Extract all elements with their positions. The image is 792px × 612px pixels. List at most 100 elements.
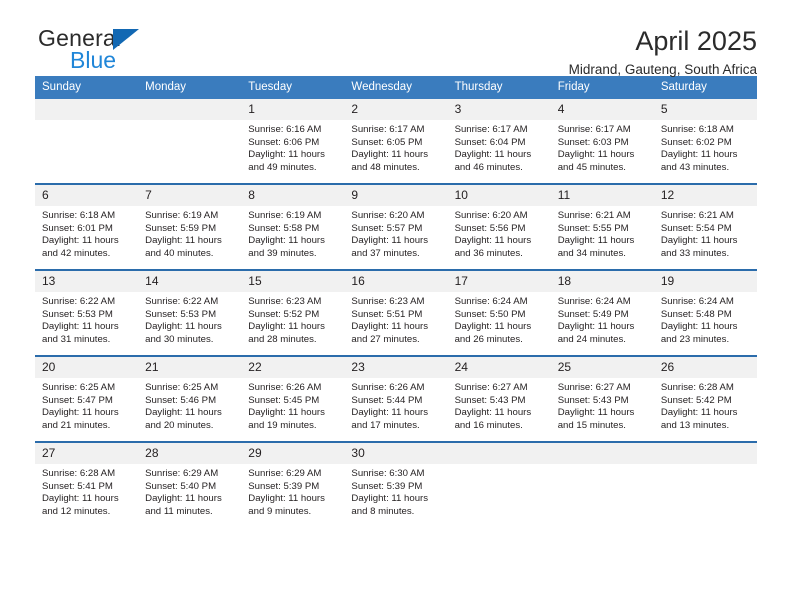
day-details: Sunrise: 6:25 AM Sunset: 5:47 PM Daylight:… (35, 378, 138, 432)
daylight-text-line2: and 20 minutes. (145, 419, 214, 431)
calendar-day-cell[interactable]: 3 Sunrise: 6:17 AM Sunset: 6:04 PM Daylight… (447, 99, 551, 184)
daylight-text-line1: Daylight: 11 hours (557, 407, 635, 419)
calendar-day-cell[interactable]: 23 Sunrise: 6:26 AM Sunset: 5:44 PM Dayligh… (344, 355, 448, 442)
weekday-header-saturday: Saturday (653, 76, 757, 99)
day-details: Sunrise: 6:24 AM Sunset: 5:48 PM Daylight:… (654, 292, 757, 346)
calendar-day-cell[interactable]: 22 Sunrise: 6:26 AM Sunset: 5:45 PM Dayligh… (241, 355, 345, 442)
sunset-text: Sunset: 5:52 PM (248, 308, 320, 320)
daylight-text-line2: and 17 minutes. (351, 419, 420, 431)
sunrise-text: Sunrise: 6:19 AM (248, 210, 322, 221)
sunrise-text: Sunrise: 6:17 AM (351, 124, 425, 135)
calendar-day-cell[interactable]: 17 Sunrise: 6:24 AM Sunset: 5:50 PM Dayligh… (447, 269, 551, 356)
calendar-day-cell[interactable]: 4 Sunrise: 6:17 AM Sunset: 6:03 PM Daylight… (550, 99, 654, 184)
sunset-text: Sunset: 6:02 PM (660, 136, 732, 148)
calendar-day-cell[interactable]: 8 Sunrise: 6:19 AM Sunset: 5:58 PM Daylight… (241, 183, 345, 270)
daylight-text-line1: Daylight: 11 hours (351, 407, 429, 419)
day-details: Sunrise: 6:24 AM Sunset: 5:49 PM Daylight:… (551, 292, 654, 346)
day-number (35, 99, 139, 120)
calendar-day-cell[interactable]: 25 Sunrise: 6:27 AM Sunset: 5:43 PM Dayligh… (550, 355, 654, 442)
calendar-day-cell[interactable]: 27 Sunrise: 6:28 AM Sunset: 5:41 PM Dayligh… (35, 441, 139, 527)
daylight-text-line1: Daylight: 11 hours (145, 407, 222, 419)
calendar-day-cell[interactable]: 13 Sunrise: 6:22 AM Sunset: 5:53 PM Dayligh… (35, 269, 139, 356)
calendar-day-cell[interactable]: 28 Sunrise: 6:29 AM Sunset: 5:40 PM Dayligh… (138, 441, 242, 527)
sunset-text: Sunset: 5:57 PM (351, 222, 423, 234)
calendar-day-cell[interactable]: 5 Sunrise: 6:18 AM Sunset: 6:02 PM Daylight… (653, 99, 757, 184)
logo-text-blue: Blue (70, 47, 117, 73)
sunrise-text: Sunrise: 6:23 AM (351, 296, 425, 307)
day-details: Sunrise: 6:25 AM Sunset: 5:46 PM Daylight:… (138, 378, 241, 432)
sunrise-text: Sunrise: 6:21 AM (557, 210, 631, 221)
daylight-text-line2: and 42 minutes. (42, 247, 111, 259)
sunrise-text: Sunrise: 6:24 AM (557, 296, 631, 307)
day-number: 25 (550, 357, 654, 378)
daylight-text-line1: Daylight: 11 hours (660, 407, 738, 419)
calendar-day-cell[interactable]: 20 Sunrise: 6:25 AM Sunset: 5:47 PM Dayligh… (35, 355, 139, 442)
sunrise-text: Sunrise: 6:30 AM (351, 468, 425, 479)
calendar-day-cell[interactable]: 29 Sunrise: 6:29 AM Sunset: 5:39 PM Dayligh… (241, 441, 345, 527)
sunset-text: Sunset: 5:47 PM (42, 394, 113, 406)
day-details: Sunrise: 6:20 AM Sunset: 5:57 PM Daylight:… (344, 206, 447, 260)
daylight-text-line1: Daylight: 11 hours (454, 149, 532, 161)
daylight-text-line2: and 19 minutes. (248, 419, 317, 431)
calendar-day-cell[interactable]: 2 Sunrise: 6:17 AM Sunset: 6:05 PM Daylight… (344, 99, 448, 184)
calendar-day-cell[interactable]: 26 Sunrise: 6:28 AM Sunset: 5:42 PM Dayligh… (653, 355, 757, 442)
calendar-day-cell[interactable]: 1 Sunrise: 6:16 AM Sunset: 6:06 PM Daylight… (241, 99, 345, 184)
calendar-day-cell[interactable]: 11 Sunrise: 6:21 AM Sunset: 5:55 PM Dayligh… (550, 183, 654, 270)
daylight-text-line1: Daylight: 11 hours (557, 235, 635, 247)
sunset-text: Sunset: 5:43 PM (454, 394, 526, 406)
weekday-header-tuesday: Tuesday (241, 76, 345, 99)
daylight-text-line2: and 46 minutes. (454, 161, 523, 173)
calendar-day-cell[interactable]: 14 Sunrise: 6:22 AM Sunset: 5:53 PM Dayligh… (138, 269, 242, 356)
day-details: Sunrise: 6:24 AM Sunset: 5:50 PM Daylight:… (448, 292, 551, 346)
sunrise-text: Sunrise: 6:16 AM (248, 124, 322, 135)
day-number (447, 443, 551, 464)
calendar-day-cell[interactable]: 16 Sunrise: 6:23 AM Sunset: 5:51 PM Dayligh… (344, 269, 448, 356)
daylight-text-line2: and 33 minutes. (660, 247, 730, 259)
day-number (138, 99, 242, 120)
daylight-text-line2: and 15 minutes. (557, 419, 626, 431)
daylight-text-line2: and 49 minutes. (248, 161, 317, 173)
sunset-text: Sunset: 5:56 PM (454, 222, 526, 234)
sunrise-text: Sunrise: 6:18 AM (660, 124, 734, 135)
day-details: Sunrise: 6:29 AM Sunset: 5:40 PM Daylight:… (138, 464, 241, 518)
day-number: 24 (447, 357, 551, 378)
day-number: 30 (344, 443, 448, 464)
calendar-day-cell[interactable]: 30 Sunrise: 6:30 AM Sunset: 5:39 PM Dayligh… (344, 441, 448, 527)
day-details: Sunrise: 6:28 AM Sunset: 5:42 PM Daylight:… (654, 378, 757, 432)
daylight-text-line1: Daylight: 11 hours (248, 407, 325, 419)
sunset-text: Sunset: 5:58 PM (248, 222, 320, 234)
sunset-text: Sunset: 5:40 PM (145, 480, 217, 492)
sunrise-text: Sunrise: 6:20 AM (454, 210, 528, 221)
daylight-text-line1: Daylight: 11 hours (42, 235, 119, 247)
sunset-text: Sunset: 5:59 PM (145, 222, 217, 234)
calendar-day-cell[interactable]: 21 Sunrise: 6:25 AM Sunset: 5:46 PM Dayligh… (138, 355, 242, 442)
calendar-day-cell[interactable]: 19 Sunrise: 6:24 AM Sunset: 5:48 PM Dayligh… (653, 269, 757, 356)
weekday-header-friday: Friday (550, 76, 654, 99)
day-number: 20 (35, 357, 139, 378)
calendar-day-cell[interactable]: 10 Sunrise: 6:20 AM Sunset: 5:56 PM Dayligh… (447, 183, 551, 270)
day-number: 2 (344, 99, 448, 120)
daylight-text-line1: Daylight: 11 hours (454, 407, 532, 419)
calendar-day-cell[interactable]: 6 Sunrise: 6:18 AM Sunset: 6:01 PM Daylight… (35, 183, 139, 270)
calendar-day-cell[interactable]: 7 Sunrise: 6:19 AM Sunset: 5:59 PM Daylight… (138, 183, 242, 270)
sunrise-text: Sunrise: 6:24 AM (660, 296, 734, 307)
calendar-day-cell[interactable]: 12 Sunrise: 6:21 AM Sunset: 5:54 PM Dayligh… (653, 183, 757, 270)
calendar-day-cell[interactable]: 24 Sunrise: 6:27 AM Sunset: 5:43 PM Dayligh… (447, 355, 551, 442)
calendar-day-cell[interactable]: 15 Sunrise: 6:23 AM Sunset: 5:52 PM Dayligh… (241, 269, 345, 356)
calendar-day-cell[interactable]: 18 Sunrise: 6:24 AM Sunset: 5:49 PM Dayligh… (550, 269, 654, 356)
calendar-day-cell[interactable]: 9 Sunrise: 6:20 AM Sunset: 5:57 PM Daylight… (344, 183, 448, 270)
calendar-week-row: 27 Sunrise: 6:28 AM Sunset: 5:41 PM Dayligh… (35, 441, 757, 527)
sunrise-text: Sunrise: 6:22 AM (145, 296, 219, 307)
sunrise-text: Sunrise: 6:27 AM (454, 382, 528, 393)
page-title: April 2025 (635, 26, 757, 56)
calendar-page: General Blue April 2025 Midrand, Gauteng… (0, 0, 792, 612)
calendar-week-row: 6 Sunrise: 6:18 AM Sunset: 6:01 PM Daylight… (35, 183, 757, 270)
daylight-text-line1: Daylight: 11 hours (557, 149, 635, 161)
logo-triangle-icon (113, 29, 139, 50)
daylight-text-line1: Daylight: 11 hours (351, 235, 429, 247)
sunset-text: Sunset: 5:51 PM (351, 308, 423, 320)
day-details: Sunrise: 6:29 AM Sunset: 5:39 PM Daylight:… (241, 464, 344, 518)
day-details: Sunrise: 6:16 AM Sunset: 6:06 PM Daylight:… (241, 120, 344, 174)
day-number: 26 (653, 357, 757, 378)
daylight-text-line1: Daylight: 11 hours (248, 235, 325, 247)
